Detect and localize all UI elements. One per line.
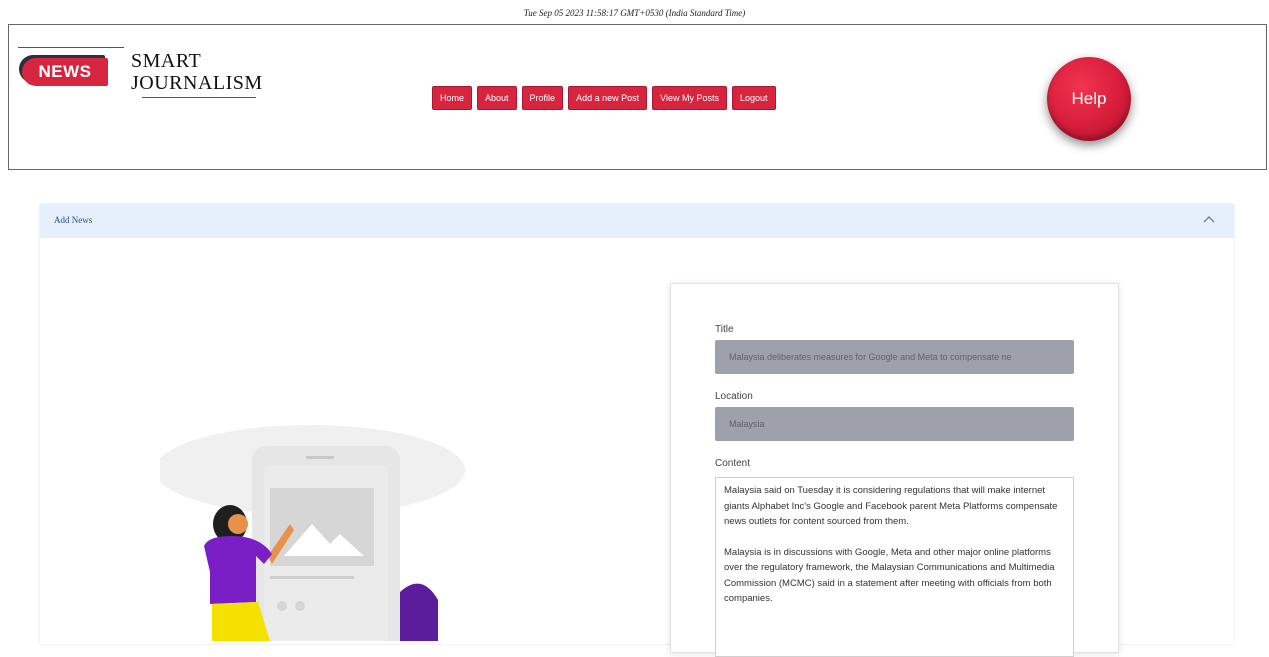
illustration-text-line [270, 576, 354, 579]
timestamp: Tue Sep 05 2023 11:58:17 GMT+0530 (India… [523, 8, 746, 18]
content-paragraph-2: Malaysia is in discussions with Google, … [724, 546, 1055, 605]
location-label: Location [715, 391, 753, 402]
content-label: Content [715, 458, 751, 469]
add-news-panel-header[interactable]: Add News [40, 204, 1234, 238]
nav-home-button[interactable]: Home [432, 86, 473, 110]
illustration-dot-1 [277, 601, 287, 611]
site-logo[interactable]: NEWS SMART JOURNALISM [18, 44, 268, 104]
nav-add-post-button[interactable]: Add a new Post [568, 86, 648, 110]
nav-about-button[interactable]: About [477, 86, 517, 110]
logo-news-badge: NEWS [22, 58, 108, 86]
logo-top-line [18, 47, 124, 48]
logo-text-smart: SMART [131, 50, 202, 72]
logo-text-journalism: JOURNALISM [131, 72, 263, 94]
logo-underline [142, 97, 256, 98]
chevron-up-icon[interactable] [1202, 214, 1216, 224]
nav-view-posts-button[interactable]: View My Posts [652, 86, 727, 110]
nav-profile-button[interactable]: Profile [521, 86, 564, 110]
content-paragraph-1: Malaysia said on Tuesday it is consideri… [724, 485, 1058, 527]
nav-logout-button[interactable]: Logout [731, 86, 776, 110]
phone-illustration [160, 425, 465, 641]
illustration-purple-shape [400, 583, 438, 641]
panel-title: Add News [54, 215, 93, 225]
help-button[interactable]: Help [1047, 57, 1131, 141]
illustration-person-face [228, 514, 248, 534]
title-input[interactable]: Malaysia deliberates measures for Google… [715, 340, 1074, 374]
title-label: Title [715, 324, 734, 335]
add-news-form: Title Malaysia deliberates measures for … [670, 283, 1119, 657]
main-nav: Home About Profile Add a new Post View M… [432, 86, 776, 110]
content-textarea[interactable]: Malaysia said on Tuesday it is consideri… [715, 477, 1074, 657]
location-input[interactable]: Malaysia [715, 407, 1074, 441]
illustration-dot-2 [295, 601, 305, 611]
illustration-phone-speaker [306, 456, 334, 459]
